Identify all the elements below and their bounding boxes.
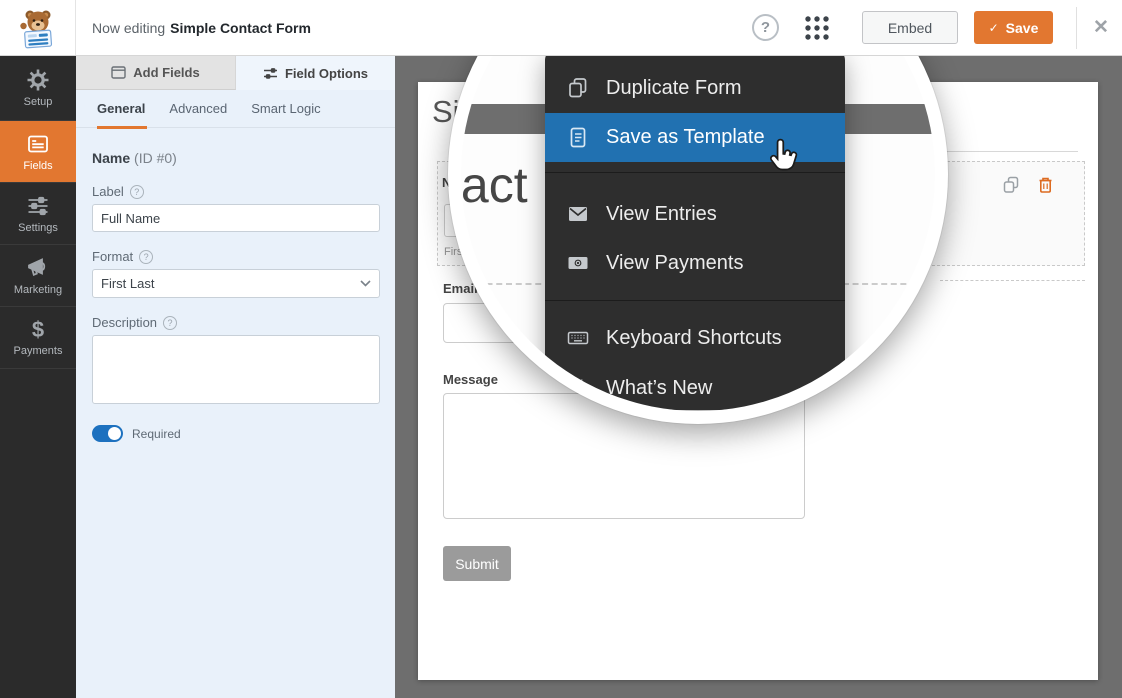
menu-item-duplicate-form[interactable]: Duplicate Form [545, 66, 845, 110]
wpforms-builder: Simple Contact Form Name First [0, 0, 1122, 698]
whats-new-megaphone-icon [565, 376, 591, 400]
pointer-hand-cursor [763, 138, 801, 176]
magnified-dashed-border-left [467, 283, 551, 285]
field-options-icon [263, 67, 278, 80]
title-underline [940, 151, 1078, 152]
now-editing-status: Now editing Simple Contact Form [92, 0, 311, 55]
builder-sidebar: Setup Fields Settings [0, 56, 76, 698]
topbar-divider [1076, 7, 1077, 49]
help-button[interactable]: ? [752, 14, 779, 41]
toggle-knob [108, 427, 121, 440]
menu-divider [545, 300, 845, 301]
tab-field-options[interactable]: Field Options [236, 56, 395, 90]
gear-icon [26, 68, 50, 92]
format-setting-select[interactable]: First Last [92, 269, 380, 298]
sidebar-item-label: Settings [18, 222, 58, 234]
delete-field-trash-icon[interactable] [1032, 176, 1058, 194]
field-options-subtabs: General Advanced Smart Logic [76, 90, 395, 128]
message-field-label: Message [443, 372, 498, 387]
field-options-panel: Add Fields Field Options General Advance… [76, 56, 395, 698]
description-setting-label: Description ? [92, 315, 380, 330]
save-button[interactable]: ✓ Save [974, 11, 1053, 44]
grid-dots-icon [803, 14, 831, 42]
label-setting-label: Label ? [92, 184, 380, 199]
close-icon: ✕ [1093, 16, 1109, 39]
field-name-heading: Name (ID #0) [92, 150, 380, 166]
required-label: Required [132, 427, 181, 441]
tab-label: Add Fields [133, 65, 199, 80]
duplicate-form-icon [565, 76, 591, 100]
field-row-dashed-edge [940, 280, 1085, 281]
sidebar-item-settings[interactable]: Settings [0, 183, 76, 245]
builder-top-bar: Now editing Simple Contact Form ? Embed … [0, 0, 1122, 56]
format-help-icon[interactable]: ? [139, 250, 153, 264]
format-selected-value: First Last [101, 276, 154, 291]
dollar-icon: $ [32, 319, 44, 341]
form-fields-icon [26, 132, 50, 156]
wpforms-bear-icon [18, 7, 58, 49]
subtab-advanced[interactable]: Advanced [169, 90, 227, 128]
now-editing-prefix: Now editing [92, 20, 165, 36]
megaphone-icon [26, 256, 50, 280]
menu-item-label: Duplicate Form [606, 77, 742, 100]
field-name: Name [92, 150, 130, 166]
embed-button[interactable]: Embed [862, 11, 958, 44]
sidebar-item-label: Marketing [14, 284, 62, 296]
menu-item-keyboard-shortcuts[interactable]: Keyboard Shortcuts [545, 316, 845, 360]
subtab-general[interactable]: General [97, 90, 145, 128]
subtab-smart-logic[interactable]: Smart Logic [251, 90, 320, 128]
menu-item-view-payments[interactable]: View Payments [545, 241, 845, 285]
submit-button[interactable]: Submit [443, 546, 511, 581]
duplicate-field-icon[interactable] [998, 176, 1024, 194]
builder-tools-menu-button[interactable] [801, 13, 833, 43]
menu-item-whats-new[interactable]: What’s New [545, 366, 845, 410]
sliders-icon [26, 194, 50, 218]
menu-item-view-entries[interactable]: View Entries [545, 192, 845, 236]
view-entries-envelope-icon [565, 202, 591, 226]
sidebar-item-setup[interactable]: Setup [0, 56, 76, 121]
field-id: (ID #0) [134, 150, 177, 166]
tab-label: Field Options [285, 66, 368, 81]
magnified-dashed-border-right [843, 283, 935, 285]
check-icon: ✓ [989, 21, 999, 35]
format-setting-label: Format ? [92, 249, 380, 264]
view-payments-bill-icon [565, 251, 591, 275]
menu-item-label: View Payments [606, 252, 743, 275]
add-fields-icon [111, 66, 126, 79]
description-setting-textarea[interactable] [92, 335, 380, 404]
builder-tools-menu: Duplicate Form Save as Template [545, 50, 845, 410]
menu-item-label: View Entries [606, 203, 717, 226]
required-toggle[interactable] [92, 425, 123, 442]
close-builder-button[interactable]: ✕ [1088, 14, 1114, 40]
magnifier-lens: tact Duplicate Form [461, 0, 935, 411]
wpforms-logo [0, 0, 76, 55]
description-help-icon[interactable]: ? [163, 316, 177, 330]
sidebar-item-label: Setup [24, 96, 53, 108]
question-mark-icon: ? [761, 19, 770, 36]
sidebar-item-label: Payments [14, 345, 63, 357]
sidebar-item-marketing[interactable]: Marketing [0, 245, 76, 307]
tab-add-fields[interactable]: Add Fields [76, 56, 236, 90]
sidebar-item-payments[interactable]: $ Payments [0, 307, 76, 369]
sidebar-item-label: Fields [23, 160, 52, 172]
keyboard-icon [565, 326, 591, 350]
menu-item-label: Keyboard Shortcuts [606, 327, 782, 350]
menu-item-label: What’s New [606, 377, 712, 400]
chevron-down-icon [360, 280, 371, 287]
save-button-label: Save [1006, 20, 1039, 36]
label-help-icon[interactable]: ? [130, 185, 144, 199]
sidebar-item-fields[interactable]: Fields [0, 121, 76, 183]
label-setting-input[interactable] [92, 204, 380, 232]
editing-form-name: Simple Contact Form [170, 20, 311, 36]
magnified-form-title-fragment: tact [461, 159, 528, 212]
menu-item-label: Save as Template [606, 126, 765, 149]
save-as-template-icon [565, 126, 591, 150]
